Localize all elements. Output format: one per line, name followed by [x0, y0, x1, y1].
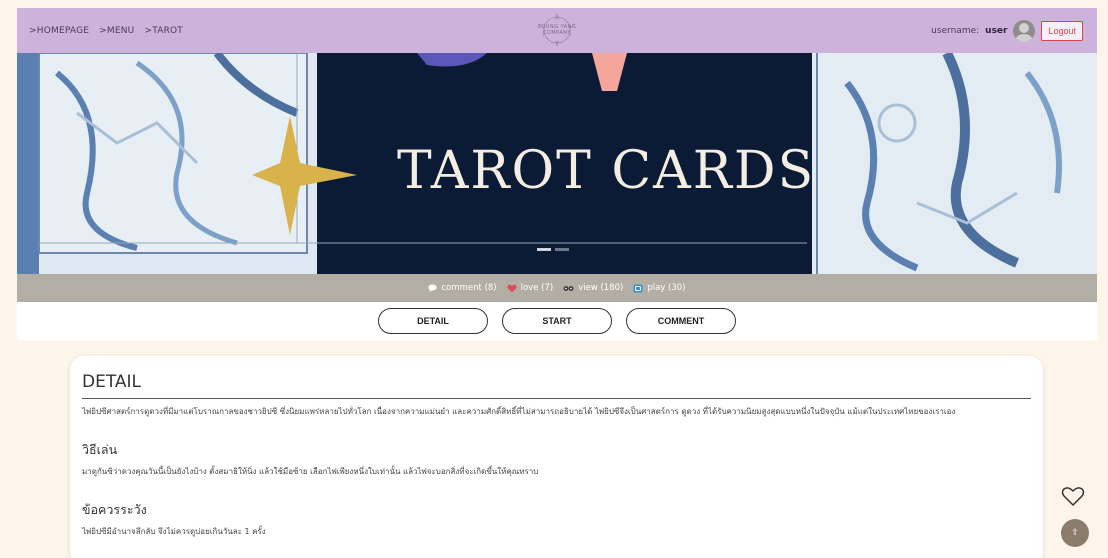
- play-icon: [633, 284, 643, 292]
- breadcrumb-homepage[interactable]: >HOMEPAGE: [29, 26, 89, 36]
- favorite-button[interactable]: [1061, 485, 1085, 507]
- scroll-top-button[interactable]: ⇧: [1061, 519, 1089, 547]
- stat-comment[interactable]: comment (8): [428, 283, 497, 293]
- top-nav-bar: >HOMEPAGE >MENU >TAROT SOUNG YANG COMPAN…: [17, 8, 1097, 53]
- carousel-dot-1[interactable]: [537, 248, 551, 251]
- heart-outline-icon: [1061, 487, 1085, 507]
- hero-banner: TAROT CARDS: [17, 53, 1097, 274]
- tab-comment[interactable]: COMMENT: [626, 308, 736, 334]
- carousel-dot-2[interactable]: [555, 248, 569, 251]
- caution-text: ไพ่ยิปซีมีอำนาจลึกลับ จึงไม่ควรดูบ่อยเกิ…: [82, 527, 266, 536]
- howto-text: มาดูกันซิว่าดวงคุณวันนี้เป็นยังไงบ้าง ตั…: [82, 467, 539, 476]
- banner-title: TAROT CARDS: [397, 141, 816, 201]
- stat-view-label: view (180): [578, 283, 624, 293]
- breadcrumb-menu[interactable]: >MENU: [99, 26, 134, 36]
- tab-start[interactable]: START: [502, 308, 612, 334]
- stat-view[interactable]: view (180): [563, 283, 623, 293]
- stat-play-label: play (30): [647, 283, 686, 293]
- caution-heading: ข้อควรระวัง: [82, 502, 147, 517]
- stat-comment-label: comment (8): [441, 283, 497, 293]
- detail-description: ไพ่ยิปซีศาสตร์การดูดวงที่มีมาแต่โบราณกาล…: [82, 407, 956, 416]
- eye-icon: [563, 285, 574, 291]
- howto-heading: วิธีเล่น: [82, 442, 118, 457]
- arrow-up-icon: ⇧: [1071, 528, 1079, 538]
- logout-button[interactable]: Logout: [1041, 20, 1083, 41]
- breadcrumb-tarot[interactable]: >TAROT: [144, 26, 183, 36]
- tab-detail[interactable]: DETAIL: [378, 308, 488, 334]
- stat-love[interactable]: love (7): [506, 283, 554, 293]
- username-label: username:: [931, 25, 980, 36]
- company-logo[interactable]: SOUNG YANG COMPANY: [533, 10, 581, 50]
- breadcrumb: >HOMEPAGE >MENU >TAROT: [29, 26, 183, 36]
- detail-card: DETAIL ไพ่ยิปซีศาสตร์การดูดวงที่มีมาแต่โ…: [70, 356, 1043, 558]
- user-area: username: user Logout: [931, 19, 1083, 42]
- detail-heading: DETAIL: [82, 372, 1031, 399]
- stats-bar: comment (8) love (7) view (180) play (30…: [17, 274, 1097, 302]
- heart-icon: [506, 284, 517, 292]
- carousel-indicator: [537, 248, 569, 251]
- logo-text: SOUNG YANG COMPANY: [538, 24, 577, 36]
- tab-row: DETAIL START COMMENT: [17, 302, 1097, 340]
- username-value: user: [985, 25, 1008, 36]
- avatar[interactable]: [1013, 19, 1036, 42]
- stat-play[interactable]: play (30): [633, 283, 686, 293]
- comment-icon: [428, 284, 438, 292]
- logo-text-line2: COMPANY: [542, 30, 572, 36]
- stat-love-label: love (7): [520, 283, 554, 293]
